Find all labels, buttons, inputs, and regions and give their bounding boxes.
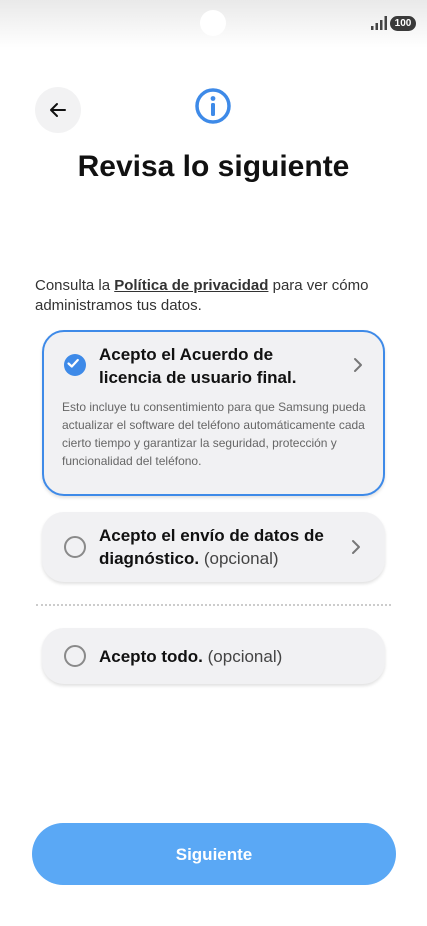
chevron-right-icon[interactable] [349, 538, 363, 556]
back-button[interactable] [35, 87, 81, 133]
accept-all-label-text: Acepto todo. [99, 647, 203, 666]
eula-label-text: Acepto el Acuerdo de licencia de usuario… [99, 345, 297, 387]
accept-all-option-card[interactable]: Acepto todo. (opcional) [42, 628, 385, 684]
battery-indicator: 100 [390, 16, 416, 31]
eula-label: Acepto el Acuerdo de licencia de usuario… [99, 343, 319, 389]
chevron-right-icon[interactable] [351, 356, 365, 374]
eula-description: Esto incluye tu consentimiento para que … [62, 400, 366, 468]
camera-cutout [200, 10, 226, 36]
arrow-left-icon [50, 103, 66, 117]
privacy-notice: Consulta la Política de privacidad para … [35, 276, 395, 316]
checkmark-icon [67, 358, 79, 368]
diagnostics-label: Acepto el envío de datos de diagnóstico.… [99, 524, 339, 570]
next-button[interactable]: Siguiente [32, 823, 396, 885]
diagnostics-checkbox[interactable] [64, 536, 86, 558]
dotted-divider [36, 604, 391, 606]
accept-all-label: Acepto todo. (opcional) [99, 645, 359, 668]
accept-all-optional-tag: (opcional) [207, 647, 283, 666]
page-title: Revisa lo siguiente [77, 150, 350, 183]
status-bar: 100 [0, 0, 427, 48]
privacy-prefix: Consulta la [35, 277, 115, 294]
diagnostics-option-card[interactable]: Acepto el envío de datos de diagnóstico.… [42, 512, 385, 582]
diagnostics-optional-tag: (opcional) [203, 549, 279, 568]
eula-checkbox[interactable] [64, 354, 86, 376]
eula-option-card[interactable]: Acepto el Acuerdo de licencia de usuario… [42, 330, 385, 496]
accept-all-checkbox[interactable] [64, 645, 86, 667]
privacy-policy-link[interactable]: Política de privacidad [114, 277, 268, 294]
info-circle-icon [195, 88, 231, 124]
signal-bars-icon [371, 16, 387, 30]
